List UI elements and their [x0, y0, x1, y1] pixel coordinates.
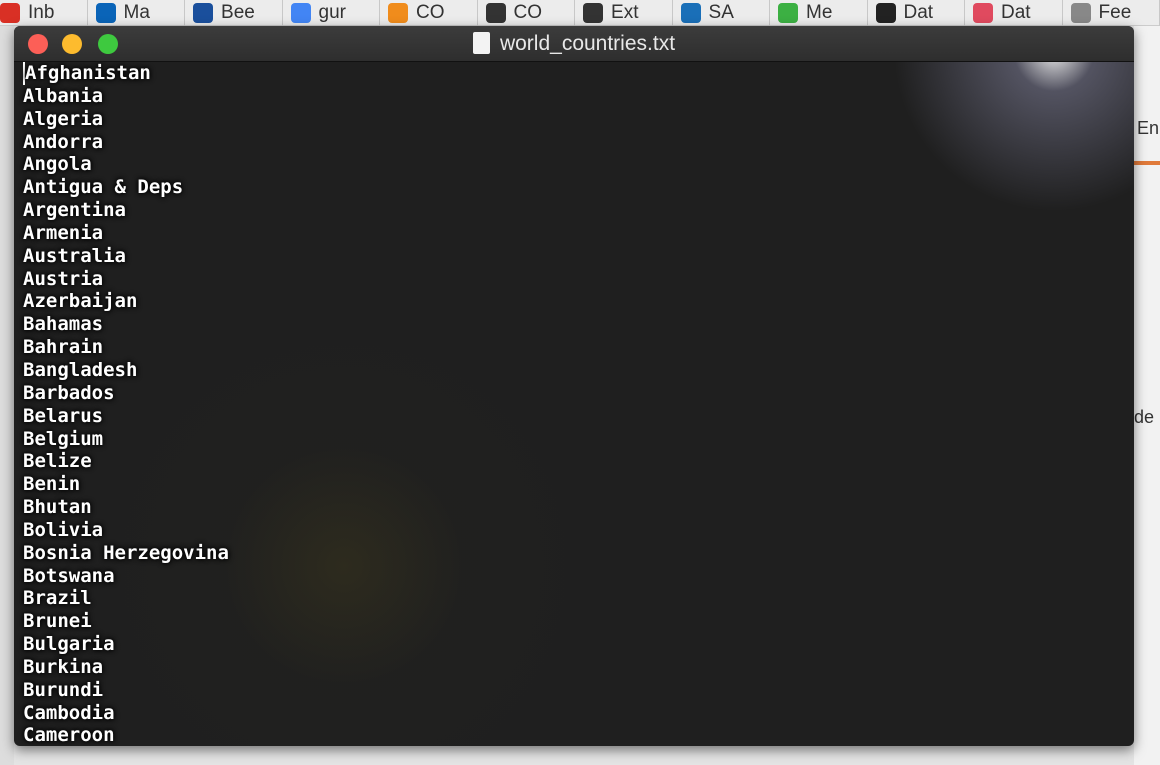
- text-line: Austria: [23, 267, 104, 290]
- window-title: world_countries.txt: [14, 32, 1134, 56]
- bookmark-label: Inb: [28, 2, 55, 23]
- text-line: Belize: [23, 450, 92, 473]
- bookmark-label: SA: [708, 2, 734, 23]
- text-line: Bahrain: [23, 336, 104, 359]
- bookmark-7[interactable]: SA: [673, 0, 771, 26]
- bookmark-label: Dat: [1001, 2, 1031, 23]
- text-line: Benin: [23, 473, 81, 496]
- text-line: Burkina: [23, 655, 104, 678]
- text-content[interactable]: Afghanistan Albania Algeria Andorra Angola An…: [14, 62, 1134, 746]
- text-editor-window: world_countries.txt Afghanistan Albania Al…: [14, 26, 1134, 746]
- bookmark-label: gur: [318, 2, 346, 23]
- text-line: Afghanistan: [23, 62, 1134, 85]
- window-title-text: world_countries.txt: [499, 32, 676, 55]
- meetup-icon: [778, 3, 799, 23]
- text-line: Brunei: [23, 610, 92, 633]
- text-line: Bolivia: [23, 518, 104, 541]
- title-bar[interactable]: world_countries.txt: [14, 26, 1134, 62]
- text-line: Albania: [23, 84, 104, 107]
- text-line: Burundi: [23, 678, 104, 701]
- bookmark-9[interactable]: Dat: [868, 0, 966, 26]
- bookmark-2[interactable]: Bee: [185, 0, 283, 26]
- bookmark-11[interactable]: Fee: [1063, 0, 1160, 26]
- text-line: Argentina: [23, 199, 126, 222]
- bookmark-6[interactable]: Ext: [575, 0, 673, 26]
- youtube-icon: [973, 3, 994, 23]
- background-text: En: [1137, 118, 1160, 138]
- outlook-icon: [95, 3, 116, 23]
- text-line: Bulgaria: [23, 633, 115, 656]
- text-line: Belgium: [23, 427, 104, 450]
- text-line: Bahamas: [23, 313, 104, 336]
- text-line: Angola: [23, 153, 92, 176]
- bookmarks-bar: Inb Ma Bee gur CO CO Ext SA Me Dat Dat Fee: [0, 0, 1160, 26]
- text-line: Bosnia Herzegovina: [23, 541, 229, 564]
- text-line: Cambodia: [23, 701, 115, 724]
- bookmark-label: Me: [806, 2, 833, 23]
- text-line: Botswana: [23, 564, 115, 587]
- sa-icon: [680, 3, 701, 23]
- text-line: Belarus: [23, 404, 104, 427]
- text-line: Cameroon: [23, 724, 115, 746]
- bookmark-0[interactable]: Inb: [0, 0, 88, 26]
- google-icon: [290, 3, 311, 23]
- background-window-left: [0, 26, 14, 765]
- text-line: Armenia: [23, 221, 104, 244]
- bookmark-5[interactable]: CO: [478, 0, 576, 26]
- wikipedia-icon: [1070, 3, 1091, 23]
- bookmark-label: Fee: [1098, 2, 1132, 23]
- bookmark-label: CO: [513, 2, 543, 23]
- background-text: de: [1134, 407, 1155, 427]
- text-line: Brazil: [23, 587, 92, 610]
- bookmark-label: Ext: [611, 2, 639, 23]
- medium-icon: [875, 3, 896, 23]
- globe-icon: [583, 3, 604, 23]
- bookmark-1[interactable]: Ma: [88, 0, 186, 26]
- moodle-icon: [388, 3, 409, 23]
- text-line: Algeria: [23, 107, 104, 130]
- bookmark-3[interactable]: gur: [283, 0, 381, 26]
- globe-icon: [485, 3, 506, 23]
- text-line: Andorra: [23, 130, 104, 153]
- text-file-icon: [472, 32, 490, 54]
- background-window-right: En de: [1134, 26, 1160, 765]
- text-line: Antigua & Deps: [23, 176, 184, 199]
- text-line: Australia: [23, 244, 126, 267]
- bookmark-10[interactable]: Dat: [965, 0, 1063, 26]
- bookmark-label: Ma: [123, 2, 150, 23]
- bookmark-label: Bee: [221, 2, 255, 23]
- background-accent-bar: [1134, 161, 1160, 165]
- text-line: Bangladesh: [23, 358, 138, 381]
- text-line: Azerbaijan: [23, 290, 138, 313]
- bookmark-4[interactable]: CO: [380, 0, 478, 26]
- text-line: Bhutan: [23, 496, 92, 519]
- bookmark-8[interactable]: Me: [770, 0, 868, 26]
- gmail-icon: [0, 3, 20, 23]
- bookmark-label: Dat: [903, 2, 934, 23]
- video-icon: [193, 3, 214, 23]
- text-line: Barbados: [23, 381, 115, 404]
- bookmark-label: CO: [416, 2, 445, 23]
